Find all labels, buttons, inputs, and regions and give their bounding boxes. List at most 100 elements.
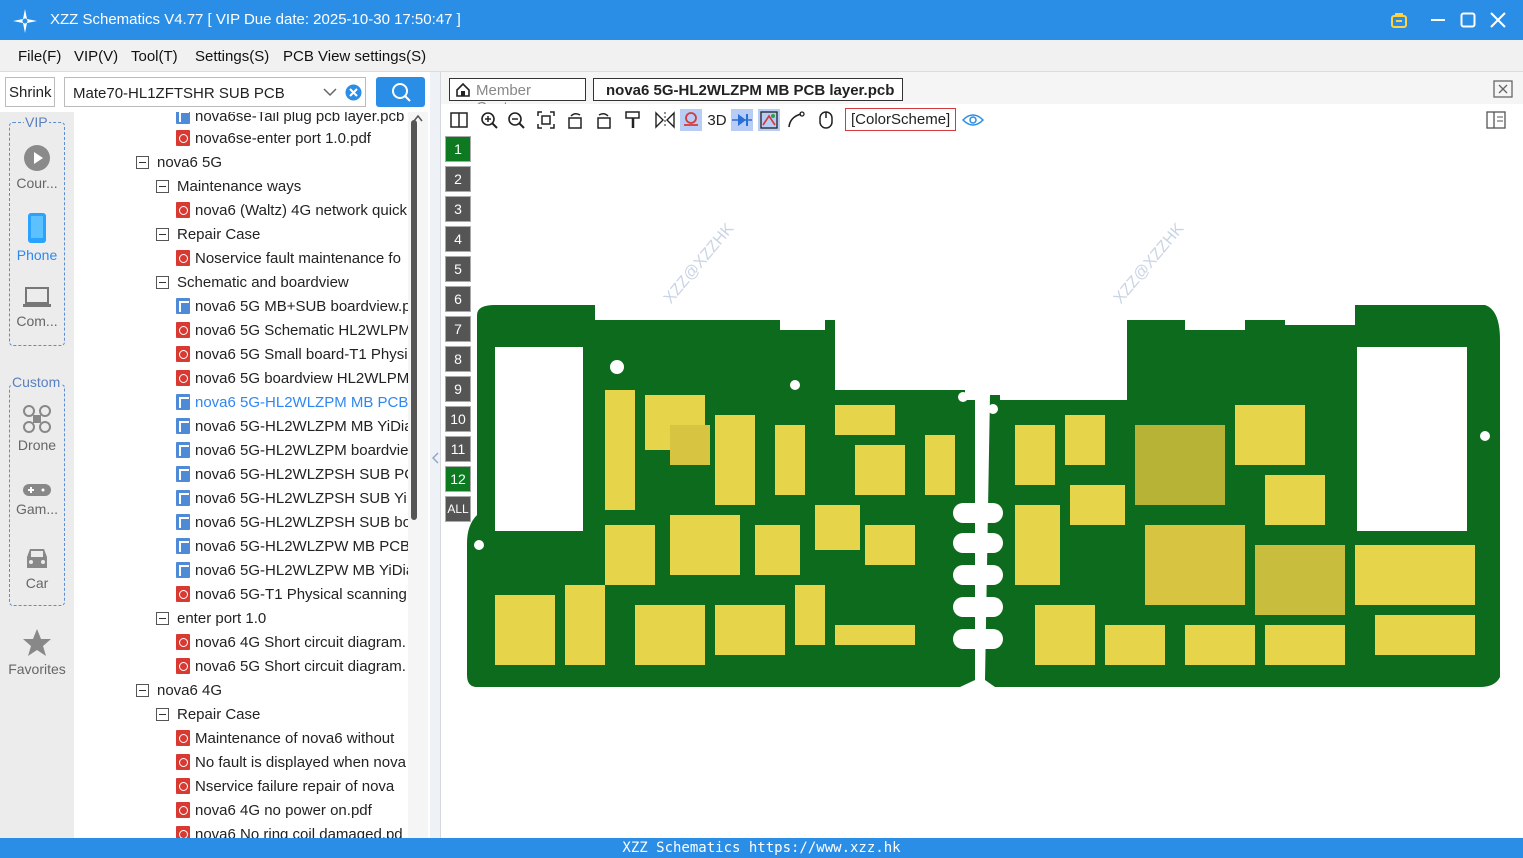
sidebar-item-drone[interactable]: Drone bbox=[0, 404, 74, 453]
tree-file[interactable]: nova6 No ring coil damaged.pd bbox=[176, 822, 403, 838]
tree-file[interactable]: nova6 5G-HL2WLZPM MB YiDia bbox=[176, 414, 408, 438]
sidebar-item-phone[interactable]: Phone bbox=[0, 212, 74, 263]
tree-folder[interactable]: Maintenance ways bbox=[156, 174, 301, 198]
sidebar-item-favorites[interactable]: Favorites bbox=[0, 628, 74, 677]
minimize-icon[interactable] bbox=[1424, 6, 1452, 34]
tree-file[interactable]: nova6 5G-HL2WLZPSH SUB YiD bbox=[176, 486, 408, 510]
phone-icon bbox=[28, 213, 46, 243]
tree-folder[interactable]: nova6 4G bbox=[136, 678, 222, 702]
sidebar-item-label: Com... bbox=[16, 313, 58, 329]
tree-file[interactable]: nova6 5G MB+SUB boardview.p bbox=[176, 294, 408, 318]
chevron-down-icon[interactable] bbox=[323, 86, 337, 98]
rotate-right-icon[interactable] bbox=[592, 109, 614, 131]
tree-file[interactable]: nova6 5G Small board-T1 Physi bbox=[176, 342, 408, 366]
pcb-file-icon bbox=[176, 298, 190, 314]
tree-file[interactable]: nova6 5G Short circuit diagram. bbox=[176, 654, 406, 678]
fit-view-icon[interactable] bbox=[535, 109, 557, 131]
net-highlight-icon[interactable] bbox=[680, 109, 702, 131]
diode-mode-icon[interactable] bbox=[731, 109, 753, 131]
tree-label: nova6 5G-HL2WLZPW MB PCB bbox=[195, 537, 408, 555]
layer-button[interactable]: 1 bbox=[445, 136, 471, 162]
tree-file[interactable]: nova6 5G-HL2WLZPSH SUB boa bbox=[176, 510, 408, 534]
tree-file[interactable]: nova6 (Waltz) 4G network quick bbox=[176, 198, 407, 222]
tree-folder[interactable]: Schematic and boardview bbox=[156, 270, 349, 294]
pcb-board-canvas[interactable] bbox=[455, 225, 1505, 695]
tree-file[interactable]: nova6 5G-HL2WLZPSH SUB PCE bbox=[176, 462, 408, 486]
collapse-icon[interactable] bbox=[136, 155, 149, 169]
maximize-icon[interactable] bbox=[1454, 6, 1482, 34]
tab-member-center[interactable]: Member Center bbox=[449, 78, 586, 116]
model-select[interactable]: Mate70-HL1ZFTSHR SUB PCB bbox=[64, 77, 366, 107]
tree-file[interactable]: nova6 4G Short circuit diagram. bbox=[176, 630, 406, 654]
layer-view-icon[interactable] bbox=[758, 109, 780, 131]
vip-bag-icon[interactable] bbox=[1385, 6, 1413, 34]
collapse-icon[interactable] bbox=[156, 611, 169, 625]
menu-tool[interactable]: Tool(T) bbox=[131, 48, 178, 65]
close-icon[interactable] bbox=[1484, 6, 1512, 34]
mouse-icon[interactable] bbox=[815, 109, 837, 131]
split-view-icon[interactable] bbox=[448, 109, 470, 131]
tab-active-file[interactable]: nova6 5G-HL2WLZPM MB PCB layer.pcb bbox=[593, 78, 903, 101]
zoom-out-icon[interactable] bbox=[505, 109, 527, 131]
tree-file[interactable]: nova6 5G-HL2WLZPW MB PCB bbox=[176, 534, 408, 558]
mirror-icon[interactable] bbox=[654, 109, 676, 131]
tree-file[interactable]: nova6 5G-HL2WLZPM boardvie bbox=[176, 438, 408, 462]
tree-file[interactable]: nova6 4G no power on.pdf bbox=[176, 798, 372, 822]
tree-file[interactable]: Maintenance of nova6 without bbox=[176, 726, 394, 750]
pdf-file-icon bbox=[176, 130, 190, 146]
zoom-in-icon[interactable] bbox=[478, 109, 500, 131]
tree-folder[interactable]: nova6 5G bbox=[136, 150, 222, 174]
menu-settings[interactable]: Settings(S) bbox=[195, 48, 269, 65]
visibility-eye-icon[interactable] bbox=[962, 109, 984, 131]
format-painter-icon[interactable] bbox=[622, 109, 644, 131]
menu-pcb-view-settings[interactable]: PCB View settings(S) bbox=[283, 48, 426, 65]
trace-tool-icon[interactable] bbox=[785, 109, 807, 131]
tree-file[interactable]: Noservice fault maintenance fo bbox=[176, 246, 401, 270]
tree-file[interactable]: nova6 5G-T1 Physical scanning bbox=[176, 582, 407, 606]
sidebar-item-game[interactable]: Gam... bbox=[0, 482, 74, 517]
pdf-file-icon bbox=[176, 202, 190, 218]
tree-file[interactable]: nova6 5G Schematic HL2WLPM bbox=[176, 318, 408, 342]
sidebar-item-courses[interactable]: Cour... bbox=[0, 144, 74, 191]
clear-icon[interactable] bbox=[345, 84, 362, 101]
search-button[interactable] bbox=[376, 77, 425, 107]
menu-file[interactable]: File(F) bbox=[18, 48, 61, 65]
tree-scrollbar-thumb[interactable] bbox=[411, 120, 417, 520]
tree-label: nova6 5G boardview HL2WLPM bbox=[195, 369, 408, 387]
collapse-icon[interactable] bbox=[156, 179, 169, 193]
tree-file[interactable]: nova6 5G boardview HL2WLPM bbox=[176, 366, 408, 390]
shrink-button[interactable]: Shrink bbox=[5, 77, 55, 107]
close-tab-icon[interactable] bbox=[1493, 80, 1513, 98]
menu-vip[interactable]: VIP(V) bbox=[74, 48, 118, 65]
tree-file[interactable]: No fault is displayed when nova bbox=[176, 750, 406, 774]
tree-label: Repair Case bbox=[177, 225, 261, 243]
tree-label: nova6 4G bbox=[157, 681, 223, 699]
sidebar-item-car[interactable]: Car bbox=[0, 546, 74, 591]
tree-file[interactable]: nova6 5G-HL2WLZPW MB YiDia bbox=[176, 558, 408, 582]
tree-folder[interactable]: Repair Case bbox=[156, 702, 260, 726]
collapse-icon[interactable] bbox=[136, 683, 149, 697]
pane-splitter[interactable] bbox=[430, 72, 441, 838]
layer-button[interactable]: 3 bbox=[445, 196, 471, 222]
tree-folder[interactable]: enter port 1.0 bbox=[156, 606, 266, 630]
model-select-value: Mate70-HL1ZFTSHR SUB PCB bbox=[73, 85, 285, 102]
tree-file[interactable]: Nservice failure repair of nova bbox=[176, 774, 394, 798]
sidebar-item-computer[interactable]: Com... bbox=[0, 286, 74, 329]
tree-label: nova6 5G Schematic HL2WLPM bbox=[195, 321, 408, 339]
tree-label: nova6 (Waltz) 4G network quick bbox=[195, 201, 408, 219]
pdf-file-icon bbox=[176, 322, 190, 338]
collapse-icon[interactable] bbox=[156, 227, 169, 241]
color-scheme-button[interactable]: [ColorScheme] bbox=[845, 108, 957, 131]
view-3d-button[interactable]: 3D bbox=[705, 109, 729, 131]
tree-file-selected[interactable]: nova6 5G-HL2WLZPM MB PCB bbox=[176, 390, 408, 414]
layer-button[interactable]: 2 bbox=[445, 166, 471, 192]
gamepad-icon bbox=[23, 484, 51, 496]
tree-folder[interactable]: Repair Case bbox=[156, 222, 260, 246]
rotate-left-icon[interactable] bbox=[565, 109, 587, 131]
sidebar-item-label: Car bbox=[25, 575, 49, 591]
tree-file[interactable]: nova6se-enter port 1.0.pdf bbox=[176, 126, 371, 150]
collapse-arrow-icon[interactable] bbox=[432, 452, 439, 464]
side-panel-toggle-icon[interactable] bbox=[1485, 109, 1507, 131]
collapse-icon[interactable] bbox=[156, 707, 169, 721]
collapse-icon[interactable] bbox=[156, 275, 169, 289]
